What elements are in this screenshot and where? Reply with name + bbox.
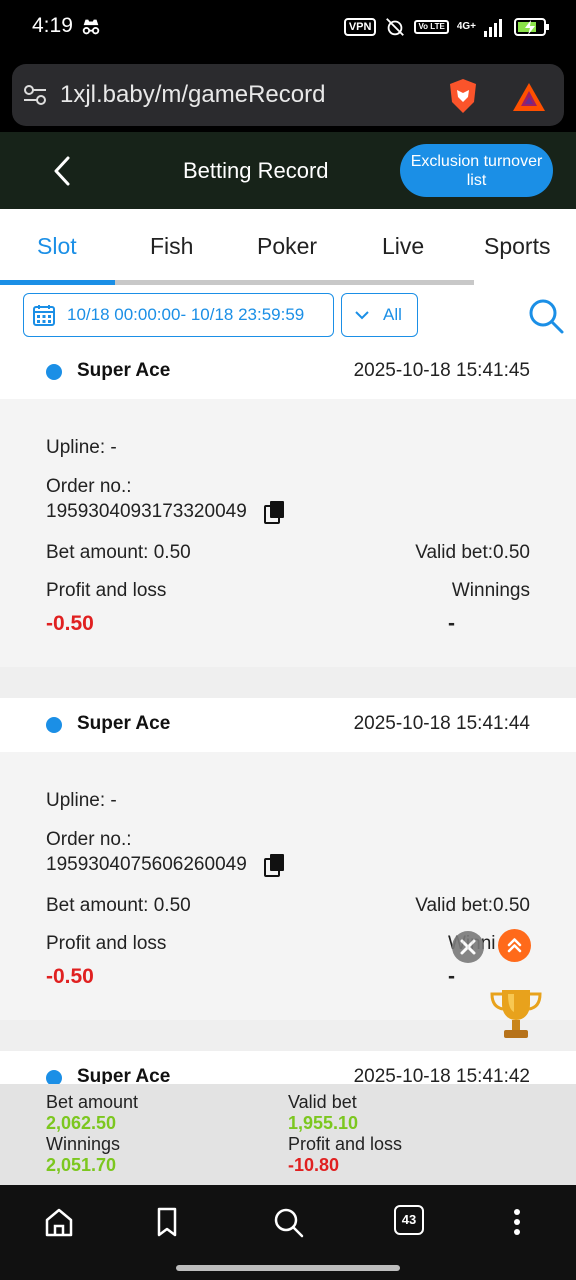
order-label: Order no.: <box>46 476 132 497</box>
date-range-picker[interactable]: 10/18 00:00:00- 10/18 23:59:59 <box>23 293 334 337</box>
profit-value: -0.50 <box>46 612 94 635</box>
bookmark-icon[interactable] <box>150 1205 184 1239</box>
order-number: 1959304075606260049 <box>46 854 247 875</box>
game-tabs: Slot Fish Poker Live Sports <box>0 209 576 287</box>
game-name: Super Ace <box>77 1066 171 1084</box>
close-icon <box>460 939 476 955</box>
order-number: 1959304093173320049 <box>46 501 247 522</box>
profit-label: Profit and loss <box>46 580 167 601</box>
record-time: 2025-10-18 15:41:42 <box>353 1066 530 1084</box>
record-time: 2025-10-18 15:41:44 <box>353 713 530 734</box>
filter-bar: 10/18 00:00:00- 10/18 23:59:59 All <box>0 287 576 345</box>
profit-label: Profit and loss <box>46 933 167 954</box>
winnings-label: Winnings <box>451 580 530 601</box>
calendar-icon <box>33 305 55 326</box>
site-settings-icon[interactable] <box>22 82 48 108</box>
game-name: Super Ace <box>77 713 171 734</box>
browser-bottom-nav <box>0 1185 576 1280</box>
summary-bet-label: Bet amount <box>46 1092 139 1112</box>
chevron-down-icon <box>355 311 369 320</box>
tab-poker[interactable]: Poker <box>257 233 317 260</box>
more-menu-icon[interactable] <box>500 1205 534 1239</box>
profit-value: -0.50 <box>46 965 94 988</box>
status-dot <box>46 364 62 380</box>
search-icon[interactable] <box>271 1205 305 1239</box>
tab-switcher-button[interactable]: 43 <box>394 1205 424 1235</box>
record-details: Upline: - Order no.: 1959304075606260049… <box>0 752 576 1020</box>
type-select[interactable]: All <box>341 293 418 337</box>
brave-rewards-icon[interactable] <box>512 82 546 112</box>
bet-amount: Bet amount: 0.50 <box>46 895 191 916</box>
order-label: Order no.: <box>46 829 132 850</box>
summary-valid-bet-value: 1,955.10 <box>288 1113 359 1133</box>
volte-badge: Vo LTE <box>414 20 449 34</box>
tab-slot[interactable]: Slot <box>37 233 77 260</box>
record-details: Upline: - Order no.: 1959304093173320049… <box>0 399 576 667</box>
battery-icon <box>514 18 549 36</box>
status-bar: 4:19 VPN Vo LTE 4G+ <box>0 0 576 56</box>
tab-fish[interactable]: Fish <box>150 233 193 260</box>
record-header: Super Ace 2025-10-18 15:41:42 <box>0 1051 576 1084</box>
record-header: Super Ace 2025-10-18 15:41:44 <box>0 698 576 752</box>
upline: Upline: - <box>46 790 117 811</box>
home-icon[interactable] <box>42 1205 76 1239</box>
incognito-icon <box>82 19 100 35</box>
winnings-value: - <box>448 965 455 988</box>
status-dot <box>46 1070 62 1084</box>
brave-shield-icon[interactable] <box>446 78 480 114</box>
close-float-button[interactable] <box>452 931 484 963</box>
summary-bet-value: 2,062.50 <box>46 1113 117 1133</box>
date-range-text: 10/18 00:00:00- 10/18 23:59:59 <box>67 305 305 324</box>
tab-live[interactable]: Live <box>382 233 424 260</box>
summary-panel: Bet amount 2,062.50 Valid bet 1,955.10 W… <box>0 1084 576 1185</box>
search-icon[interactable] <box>527 297 565 335</box>
network-type: 4G+ <box>456 21 476 32</box>
exclusion-turnover-button[interactable]: Exclusion turnover list <box>400 144 553 197</box>
back-arrow-icon[interactable] <box>50 154 76 188</box>
winnings-value: - <box>448 612 455 635</box>
vpn-badge: VPN <box>343 18 377 36</box>
status-icons: VPN Vo LTE 4G+ <box>343 15 550 39</box>
upline: Upline: - <box>46 437 117 458</box>
summary-profit-label: Profit and loss <box>288 1134 403 1154</box>
page-title: Betting Record <box>183 158 329 183</box>
summary-valid-bet-label: Valid bet <box>288 1092 357 1112</box>
browser-bar: 1xjl.baby/m/gameRecord <box>0 56 576 132</box>
summary-profit-value: -10.80 <box>288 1155 340 1175</box>
home-indicator <box>176 1265 400 1271</box>
summary-winnings-label: Winnings <box>46 1134 121 1154</box>
bet-amount: Bet amount: 0.50 <box>46 542 191 563</box>
game-name: Super Ace <box>77 360 171 381</box>
url-bar[interactable]: 1xjl.baby/m/gameRecord <box>12 64 564 126</box>
scroll-top-button[interactable] <box>498 929 531 962</box>
app-header: Betting Record Exclusion turnover list <box>0 132 576 209</box>
copy-icon[interactable] <box>264 853 286 877</box>
summary-winnings-value: 2,051.70 <box>46 1155 117 1175</box>
tab-active-indicator <box>0 280 115 285</box>
valid-bet: Valid bet:0.50 <box>415 895 530 916</box>
status-dot <box>46 717 62 733</box>
tab-sports[interactable]: Sports <box>484 233 550 260</box>
trophy-icon[interactable] <box>486 984 546 1044</box>
copy-icon[interactable] <box>264 500 286 524</box>
signal-icon <box>484 19 502 37</box>
record-header: Super Ace 2025-10-18 15:41:45 <box>0 345 576 399</box>
url-text[interactable]: 1xjl.baby/m/gameRecord <box>60 81 325 109</box>
valid-bet: Valid bet:0.50 <box>415 542 530 563</box>
alarm-off-icon <box>386 18 405 36</box>
record-list[interactable]: Super Ace 2025-10-18 15:41:45 Upline: - … <box>0 345 576 1084</box>
double-chevron-up-icon <box>507 938 522 953</box>
status-time: 4:19 <box>32 14 73 37</box>
type-select-value: All <box>383 305 402 324</box>
record-time: 2025-10-18 15:41:45 <box>353 360 530 381</box>
